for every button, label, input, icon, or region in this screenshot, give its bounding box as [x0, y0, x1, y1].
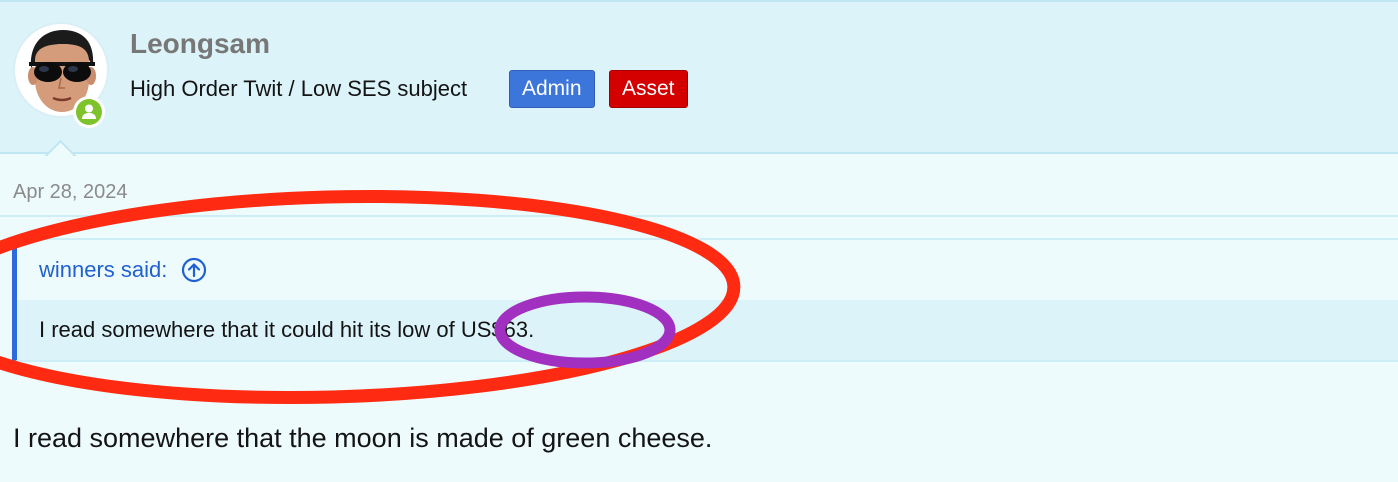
quote-header: winners said:	[17, 240, 1398, 300]
arrow-up-circle-icon[interactable]	[181, 257, 207, 283]
admin-badge: Admin	[509, 70, 595, 108]
post-message: I read somewhere that the moon is made o…	[13, 423, 713, 453]
asset-badge: Asset	[609, 70, 688, 108]
quote-author-link[interactable]: winners said:	[39, 257, 167, 283]
quote-text: I read somewhere that it could hit its l…	[17, 300, 1398, 360]
online-status-icon	[73, 96, 105, 128]
user-title: High Order Twit / Low SES subject	[130, 76, 468, 101]
quote-block: winners said: I read somewhere that it c…	[12, 238, 1398, 362]
header-pointer	[43, 137, 79, 156]
post-date[interactable]: Apr 28, 2024	[13, 181, 128, 204]
divider	[0, 215, 1398, 217]
username[interactable]: Leongsam	[130, 28, 270, 60]
